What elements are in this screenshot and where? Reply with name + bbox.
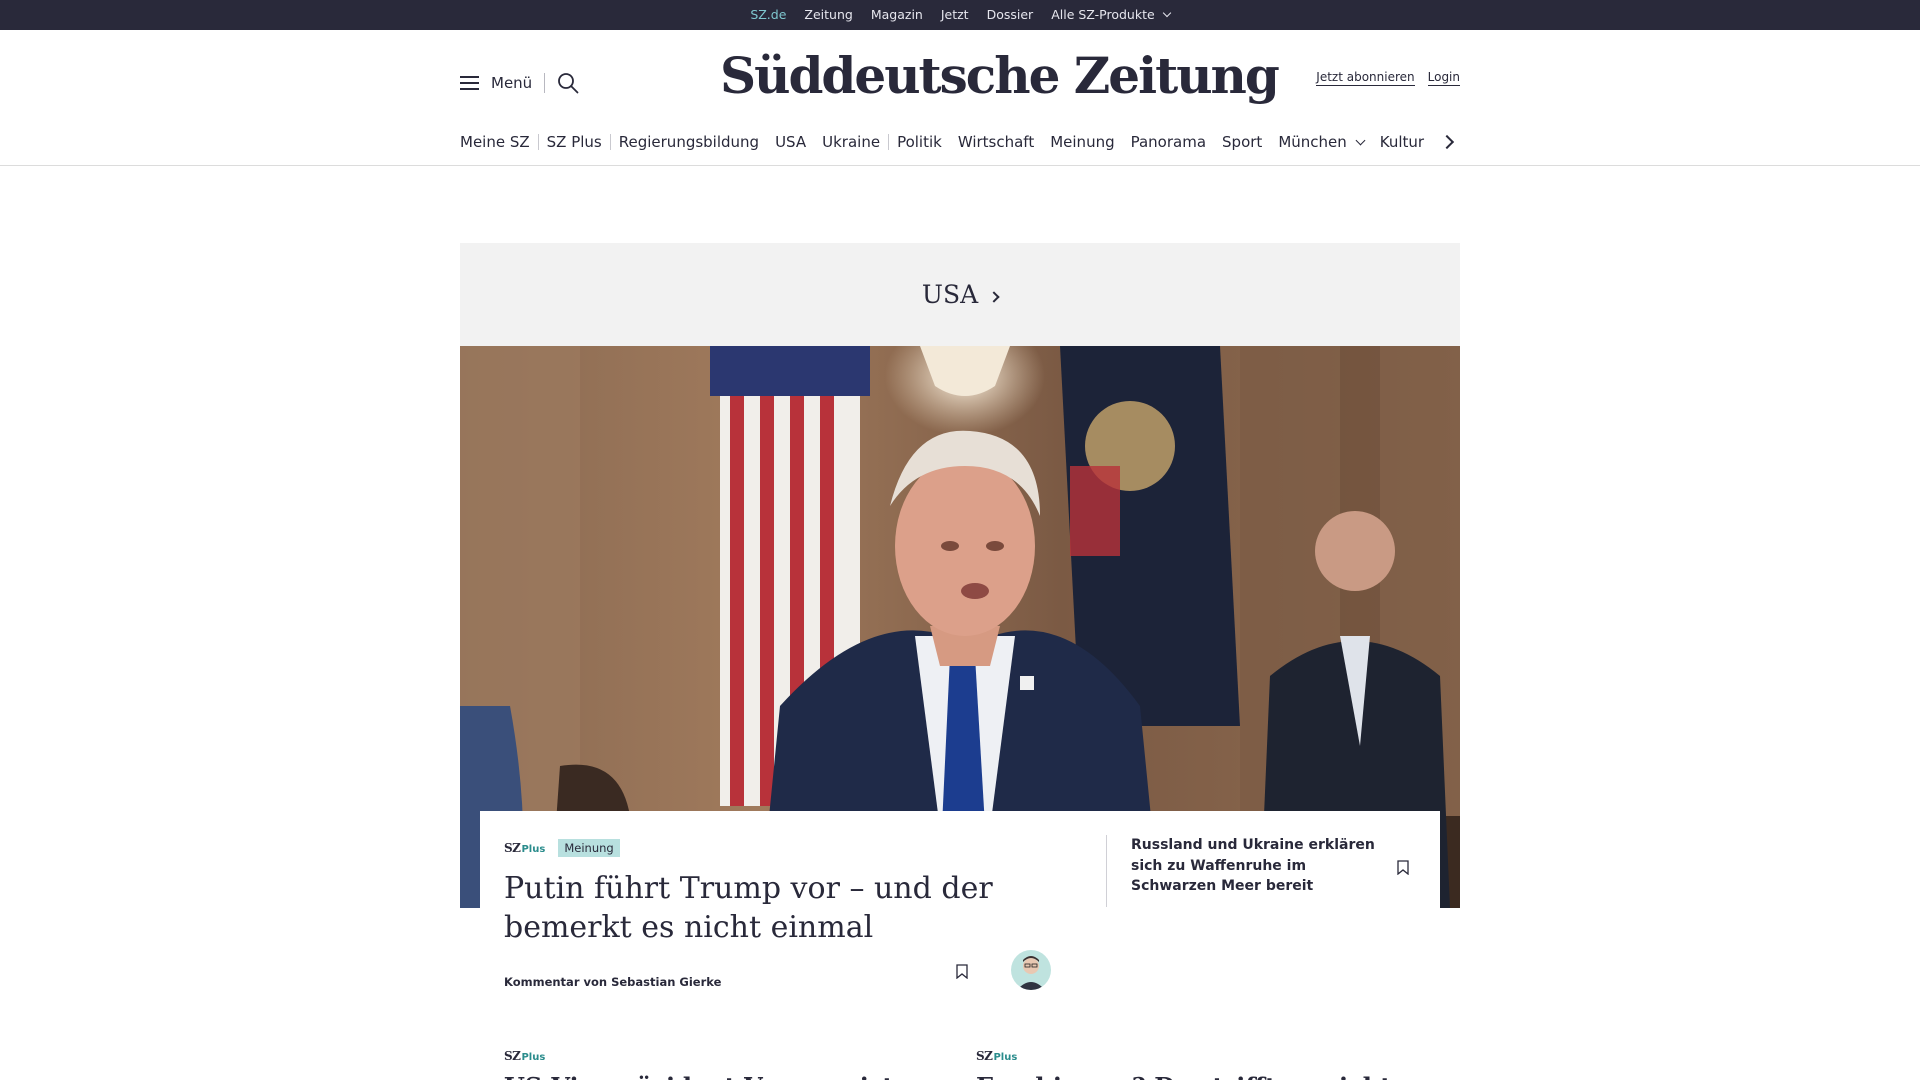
lead-article-title[interactable]: Putin führt Trump vor – und der bemerkt …: [504, 869, 1024, 947]
sz-plus-brand: SZ: [976, 1049, 993, 1063]
side-article[interactable]: Russland und Ukraine erklären sich zu Wa…: [1106, 835, 1416, 907]
teaser-article[interactable]: SZPlus Faschismus? Das trifft es nicht: [976, 1045, 1391, 1080]
bookmark-icon[interactable]: [1397, 860, 1409, 875]
chevron-down-icon: [1162, 8, 1171, 18]
category-badge: Meinung: [558, 839, 620, 857]
teaser-article[interactable]: SZPlus US-Vizepräsident Vance reist: [504, 1045, 893, 1080]
search-icon[interactable]: [557, 72, 579, 94]
author-avatar: [1011, 950, 1051, 990]
nav-item-wirtschaft[interactable]: Wirtschaft: [950, 133, 1042, 151]
nav-item-ukraine[interactable]: Ukraine: [814, 133, 888, 151]
teaser-title[interactable]: US-Vizepräsident Vance reist: [504, 1072, 893, 1080]
site-logo[interactable]: Süddeutsche Zeitung: [720, 46, 1280, 105]
sz-plus-suffix: Plus: [521, 844, 546, 855]
nav-item-meine-sz[interactable]: Meine SZ: [460, 133, 538, 151]
login-link[interactable]: Login: [1427, 70, 1460, 86]
account-links: Jetzt abonnieren Login: [1316, 70, 1460, 86]
topbar-link-szde[interactable]: SZ.de: [741, 0, 795, 36]
nav-item-kultur[interactable]: Kultur: [1372, 133, 1432, 151]
menu-button[interactable]: Menü: [491, 74, 532, 92]
site-header: Menü Süddeutsche Zeitung Jetzt abonniere…: [0, 30, 1920, 166]
byline: Kommentar von Sebastian Gierke: [504, 975, 722, 989]
topbar-products-dropdown[interactable]: Alle SZ-Produkte: [1042, 0, 1178, 30]
sz-plus-logo: SZ Plus: [504, 841, 545, 855]
article-card: SZ Plus Meinung Putin führt Trump vor – u…: [480, 811, 1440, 1080]
topbar-products-label: Alle SZ-Produkte: [1051, 7, 1155, 22]
bookmark-icon[interactable]: [956, 964, 968, 979]
usa-section: USA: [460, 243, 1460, 908]
nav-item-regierungsbildung[interactable]: Regierungsbildung: [611, 133, 767, 151]
nav-scroll-right-icon[interactable]: [1439, 134, 1455, 150]
side-article-title[interactable]: Russland und Ukraine erklären sich zu Wa…: [1131, 835, 1391, 897]
topbar-link-jetzt[interactable]: Jetzt: [932, 0, 978, 30]
subscribe-link[interactable]: Jetzt abonnieren: [1316, 70, 1415, 86]
topbar-link-zeitung[interactable]: Zeitung: [795, 0, 861, 30]
sz-plus-logo: SZ Plus: [976, 1049, 1017, 1063]
menu-search-group: Menü: [460, 72, 579, 94]
nav-item-sz-plus[interactable]: SZ Plus: [539, 133, 610, 151]
sz-plus-suffix: Plus: [521, 1052, 546, 1063]
nav-item-meinung[interactable]: Meinung: [1042, 133, 1122, 151]
nav-item-panorama[interactable]: Panorama: [1123, 133, 1214, 151]
nav-item-politik[interactable]: Politik: [889, 133, 950, 151]
sz-plus-brand: SZ: [504, 841, 521, 855]
topbar-link-magazin[interactable]: Magazin: [862, 0, 932, 30]
teaser-title[interactable]: Faschismus? Das trifft es nicht: [976, 1072, 1391, 1080]
topbar-link-dossier[interactable]: Dossier: [978, 0, 1043, 30]
nav-item-muenchen-label: München: [1278, 133, 1347, 151]
lead-meta: SZ Plus Meinung: [504, 837, 1084, 857]
nav-item-sport[interactable]: Sport: [1214, 133, 1270, 151]
sz-plus-suffix: Plus: [993, 1052, 1018, 1063]
nav-item-muenchen[interactable]: München: [1270, 133, 1371, 151]
section-title: USA: [921, 280, 979, 309]
chevron-down-icon: [1355, 135, 1366, 146]
divider: [544, 73, 546, 93]
lead-article[interactable]: SZ Plus Meinung Putin führt Trump vor – u…: [504, 837, 1084, 989]
top-bar: SZ.de Zeitung Magazin Jetzt Dossier Alle…: [0, 0, 1920, 36]
main-navigation: Meine SZ SZ Plus Regierungsbildung USA U…: [460, 130, 1460, 154]
sz-plus-brand: SZ: [504, 1049, 521, 1063]
hamburger-menu-icon[interactable]: [460, 76, 479, 90]
chevron-right-icon: [988, 290, 1000, 303]
section-header[interactable]: USA: [460, 243, 1460, 346]
sz-plus-logo: SZ Plus: [504, 1049, 545, 1063]
nav-item-usa[interactable]: USA: [767, 133, 814, 151]
